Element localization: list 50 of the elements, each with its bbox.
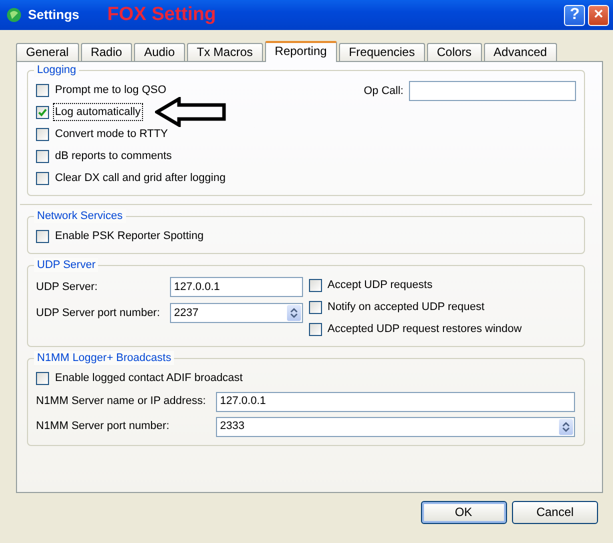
checkbox[interactable] xyxy=(36,372,49,384)
checkbox-label: Enable PSK Reporter Spotting xyxy=(54,228,205,244)
tab[interactable]: Tx Macros xyxy=(186,43,263,61)
tab[interactable]: Advanced xyxy=(484,43,557,61)
window-title: Settings xyxy=(28,6,80,24)
tab[interactable]: General xyxy=(16,43,79,61)
ok-button[interactable]: OK xyxy=(420,500,506,524)
tab[interactable]: Colors xyxy=(426,43,482,61)
input-field[interactable] xyxy=(409,81,576,101)
checkbox[interactable] xyxy=(36,150,49,162)
checkbox-label: Log automatically xyxy=(54,104,142,120)
input-field[interactable]: 127.0.0.1 xyxy=(170,277,303,297)
tab[interactable]: Frequencies xyxy=(338,43,425,61)
window-caption: FOX Setting xyxy=(107,2,216,27)
input-field[interactable]: 2237 xyxy=(170,303,303,323)
tab[interactable]: Audio xyxy=(134,43,185,61)
checkbox-label: dB reports to comments xyxy=(54,148,173,164)
checkbox-label: Accept UDP requests xyxy=(326,278,434,293)
field-label: N1MM Server port number: xyxy=(36,419,170,434)
field-label: N1MM Server name or IP address: xyxy=(36,394,207,410)
checkbox[interactable] xyxy=(36,106,49,118)
cancel-button[interactable]: Cancel xyxy=(512,500,598,524)
checkbox-label: Convert mode to RTTY xyxy=(54,126,169,142)
field-label: UDP Server: xyxy=(36,280,99,295)
checkbox[interactable] xyxy=(36,84,49,96)
checkbox-label: Clear DX call and grid after logging xyxy=(54,170,227,186)
checkbox[interactable] xyxy=(36,230,49,242)
close-button[interactable]: × xyxy=(588,4,609,26)
tab[interactable]: Radio xyxy=(80,43,132,61)
tab[interactable]: Reporting xyxy=(264,41,337,62)
checkbox-label: Notify on accepted UDP request xyxy=(326,300,486,315)
spin-button[interactable] xyxy=(287,305,301,321)
group-title: UDP Server xyxy=(34,258,98,272)
group-title: N1MM Logger+ Broadcasts xyxy=(34,351,174,365)
checkbox[interactable] xyxy=(36,172,49,184)
group-title: Logging xyxy=(34,63,80,77)
checkbox-label: Prompt me to log QSO xyxy=(54,82,168,98)
help-button[interactable]: ? xyxy=(564,4,586,26)
checkbox[interactable] xyxy=(308,300,322,314)
checkbox-label: Enable logged contact ADIF broadcast xyxy=(54,370,244,386)
checkbox[interactable] xyxy=(308,278,322,292)
spin-button[interactable] xyxy=(559,418,573,434)
input-field[interactable]: 2333 xyxy=(216,416,575,436)
input-field[interactable]: 127.0.0.1 xyxy=(216,392,575,412)
checkbox[interactable] xyxy=(308,322,322,336)
checkbox[interactable] xyxy=(36,128,49,140)
field-label: UDP Server port number: xyxy=(36,306,161,321)
field-label: Op Call: xyxy=(364,84,404,99)
app-icon xyxy=(6,7,22,23)
checkbox-label: Accepted UDP request restores window xyxy=(326,322,523,337)
